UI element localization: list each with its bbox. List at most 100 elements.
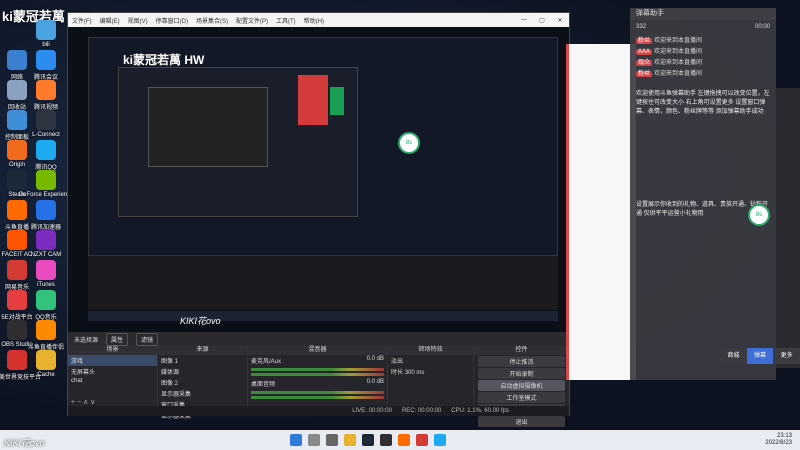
chat-text: 欢迎来到本直播间 (654, 49, 703, 55)
windows-taskbar: 23:13 2022/8/23 (0, 430, 800, 450)
controls-dock: 控件 停止推流开始录制启动虚拟摄像机工作室模式设置退出 (474, 346, 569, 427)
assistant-notice: 欢迎使用斗鱼弹幕助手 左键拖拽可以改变位置，左键按住可改变大小 右上角可设置更多… (636, 91, 770, 115)
desktop-icon[interactable]: iTunes (27, 260, 65, 288)
preview-green-window (330, 87, 344, 115)
timer-badge[interactable]: 8s (748, 204, 770, 226)
scene-item[interactable]: chat (68, 377, 157, 385)
app-icon (7, 110, 27, 130)
desktop-icon[interactable]: 斗鱼直播伴侣 (27, 320, 65, 351)
volume-meter (251, 368, 384, 371)
scene-item[interactable]: 游戏 (68, 355, 157, 366)
desktop-icon[interactable]: 腾讯QQ (27, 140, 65, 171)
control-button[interactable]: 退出 (478, 416, 565, 427)
control-button[interactable]: 开始录制 (478, 368, 565, 379)
source-item[interactable]: 媒体源 (158, 366, 247, 377)
explorer-icon[interactable] (344, 434, 356, 446)
desktop-icon-label: L-Connect (32, 132, 60, 138)
desktop-icon[interactable]: 腾讯加速器 (27, 200, 65, 231)
properties-button[interactable]: 属性 (106, 332, 129, 346)
menu-item[interactable]: 配置文件(P) (236, 19, 268, 25)
transition-select[interactable]: 淡出 (388, 355, 473, 366)
scene-dock-buttons[interactable]: + − ∧ ∨ (68, 398, 157, 406)
sources-header: 来源 (158, 346, 247, 355)
obs-preview[interactable]: ki蒙冠若萬 HW (68, 27, 569, 332)
desktop-icon[interactable]: bili (27, 20, 65, 48)
desktop-icon-label: Cache (37, 372, 55, 378)
menu-item[interactable]: 工具(T) (276, 19, 296, 25)
filters-button[interactable]: 滤镜 (136, 332, 159, 346)
control-button[interactable]: 工作室模式 (478, 392, 565, 403)
task-view-icon[interactable] (326, 434, 338, 446)
menu-item[interactable]: 场景集合(S) (196, 19, 228, 25)
menu-item[interactable]: 编辑(E) (100, 19, 120, 25)
app-icon (7, 320, 27, 340)
start-icon[interactable] (290, 434, 302, 446)
maximize-button[interactable]: ▢ (533, 17, 551, 24)
desktop-icon[interactable]: L-Connect (27, 110, 65, 138)
preview-taskbar (88, 311, 558, 321)
menu-item[interactable]: 停靠窗口(D) (156, 19, 188, 25)
track-volume: 0.0 dB (366, 379, 384, 385)
chat-stats: 332 00:00 (630, 20, 776, 34)
scene-item[interactable]: 无屏幕头 (68, 366, 157, 377)
app-icon (36, 350, 56, 370)
controls-header: 控件 (474, 346, 569, 355)
steam-icon[interactable] (362, 434, 374, 446)
desktop-icon-label: GeForce Experience (18, 192, 74, 198)
minimize-button[interactable]: — (515, 17, 533, 24)
control-button[interactable]: 启动虚拟摄像机 (478, 380, 565, 391)
obs-window[interactable]: 文件(F) 编辑(E) 视图(V) 停靠窗口(D) 场景集合(S) 配置文件(P) 工具(T… (67, 12, 570, 427)
desktop-icon[interactable]: 腾讯视频 (27, 80, 65, 111)
controls-list: 停止推流开始录制启动虚拟摄像机工作室模式设置退出 (474, 356, 569, 427)
chat-side-buttons: 商城 弹幕 更多 (720, 348, 800, 364)
desktop-icon[interactable]: GeForce Experience (18, 170, 74, 198)
side-button[interactable]: 更多 (773, 348, 800, 364)
source-item[interactable]: 图像 2 (158, 377, 247, 388)
source-item[interactable]: 显示器采集 (158, 388, 247, 399)
rec-status: REC: 00:00:00 (401, 408, 442, 414)
chat-user: 粉丝 (636, 71, 653, 77)
side-button[interactable]: 商城 (720, 348, 747, 364)
clock[interactable]: 23:13 2022/8/23 (765, 433, 792, 447)
volume-slider[interactable] (251, 373, 384, 376)
side-button[interactable]: 弹幕 (746, 348, 774, 364)
app-icon (36, 110, 56, 130)
volume-slider[interactable] (251, 396, 384, 399)
app-icon (7, 230, 27, 250)
danmaku-assistant-window[interactable]: 弹幕助手 332 00:00 粉丝 欢迎来到本直播间 AAA 欢迎来到本直播间 观众 欢迎… (630, 8, 776, 380)
chat-user: 观众 (636, 60, 653, 66)
obs-icon[interactable] (380, 434, 392, 446)
chat-message: 粉丝 欢迎来到本直播间 (630, 67, 776, 78)
chat-text: 欢迎来到本直播间 (654, 60, 703, 66)
background-app-window[interactable] (566, 44, 636, 380)
desktop-icon[interactable]: Cache (27, 350, 65, 378)
desktop-icon[interactable]: QQ音乐 (27, 290, 65, 321)
menu-item[interactable]: 文件(F) (72, 19, 92, 25)
preview-recursion-3 (148, 87, 268, 167)
search-icon[interactable] (308, 434, 320, 446)
desktop-icon[interactable]: NZXT CAM (27, 230, 65, 258)
mixer-tracks: 麦克风/Aux 0.0 dB 桌面音频 0.0 dB (248, 355, 387, 399)
scenes-header: 场景 (68, 346, 157, 355)
qq-icon[interactable] (434, 434, 446, 446)
transitions-header: 转场特效 (388, 346, 473, 355)
obs-titlebar[interactable]: 文件(F) 编辑(E) 视图(V) 停靠窗口(D) 场景集合(S) 配置文件(P) 工具(T… (68, 13, 569, 27)
control-button[interactable]: 停止推流 (478, 356, 565, 367)
app-icon (36, 320, 56, 340)
menu-item[interactable]: 视图(V) (128, 19, 148, 25)
mixer-track: 桌面音频 0.0 dB (248, 378, 387, 399)
close-button[interactable]: ✕ (551, 17, 569, 24)
app-icon (7, 350, 27, 370)
mixer-header: 混音器 (248, 346, 387, 355)
app-icon (7, 50, 27, 70)
chat-message: 粉丝 欢迎来到本直播间 (630, 34, 776, 45)
track-header: 桌面音频 0.0 dB (248, 378, 387, 389)
desktop-icon[interactable]: 腾讯会议 (27, 50, 65, 81)
desktop: ki蒙冠若萬 HW bili 网络 腾讯会议 回收站 腾讯视频 控制面板 L-Connect… (0, 0, 800, 430)
menu-item[interactable]: 帮助(H) (304, 19, 324, 25)
douyu-icon[interactable] (398, 434, 410, 446)
music-icon[interactable] (416, 434, 428, 446)
app-icon (7, 140, 27, 160)
source-item[interactable]: 图像 1 (158, 355, 247, 366)
duration-value[interactable]: 300 ms (405, 370, 425, 376)
